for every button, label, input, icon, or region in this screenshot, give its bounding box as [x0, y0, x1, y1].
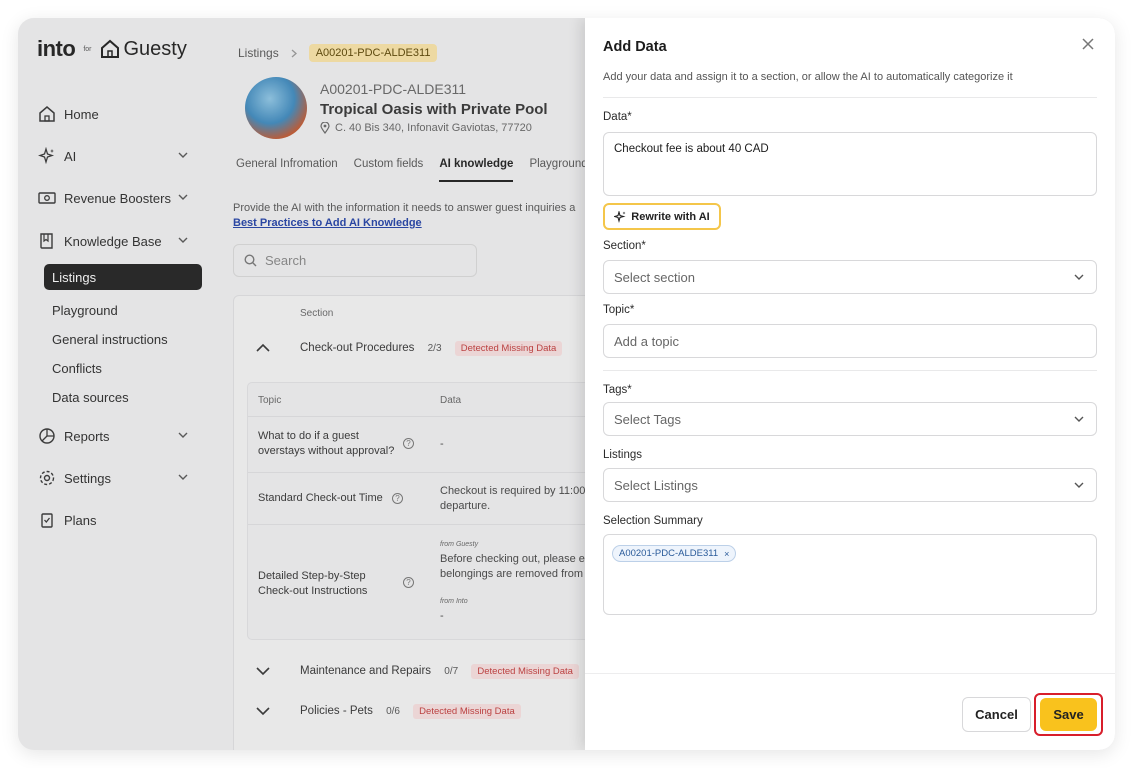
listings-select[interactable]: Select Listings: [603, 468, 1097, 502]
chevron-down-icon: [1074, 482, 1084, 488]
data-field-label: Data*: [603, 111, 632, 123]
rewrite-with-ai-button[interactable]: Rewrite with AI: [603, 203, 721, 230]
tags-placeholder: Select Tags: [614, 411, 681, 427]
topic-input[interactable]: Add a topic: [603, 324, 1097, 358]
chevron-down-icon: [1074, 274, 1084, 280]
listing-chip-label: A00201-PDC-ALDE311: [619, 548, 719, 559]
add-data-panel: Add Data Add your data and assign it to …: [585, 18, 1115, 750]
save-button[interactable]: Save: [1040, 698, 1097, 731]
data-textarea[interactable]: Checkout fee is about 40 CAD: [603, 132, 1097, 196]
divider: [603, 97, 1097, 98]
close-icon[interactable]: [1081, 37, 1095, 51]
section-select[interactable]: Select section: [603, 260, 1097, 294]
rewrite-label: Rewrite with AI: [631, 210, 710, 223]
cancel-button[interactable]: Cancel: [962, 697, 1031, 732]
chevron-down-icon: [1074, 416, 1084, 422]
topic-field-label: Topic*: [603, 304, 635, 316]
chip-remove-icon[interactable]: ×: [724, 549, 729, 559]
tags-field-label: Tags*: [603, 384, 632, 396]
listings-field-label: Listings: [603, 449, 642, 461]
section-placeholder: Select section: [614, 269, 695, 285]
selection-summary-box: A00201-PDC-ALDE311 ×: [603, 534, 1097, 615]
footer-divider: [585, 673, 1115, 674]
tags-select[interactable]: Select Tags: [603, 402, 1097, 436]
app-window: into for Guesty Home AI Revenue Boosters…: [18, 18, 1115, 750]
modal-backdrop[interactable]: [18, 18, 585, 750]
listing-chip[interactable]: A00201-PDC-ALDE311 ×: [612, 545, 737, 562]
panel-subtitle: Add your data and assign it to a section…: [603, 71, 1013, 83]
section-field-label: Section*: [603, 240, 646, 252]
panel-title: Add Data: [603, 39, 667, 55]
divider: [603, 370, 1097, 371]
listings-placeholder: Select Listings: [614, 477, 698, 493]
topic-placeholder: Add a topic: [614, 333, 680, 349]
selection-summary-label: Selection Summary: [603, 515, 703, 527]
sparkles-icon: [614, 210, 626, 223]
